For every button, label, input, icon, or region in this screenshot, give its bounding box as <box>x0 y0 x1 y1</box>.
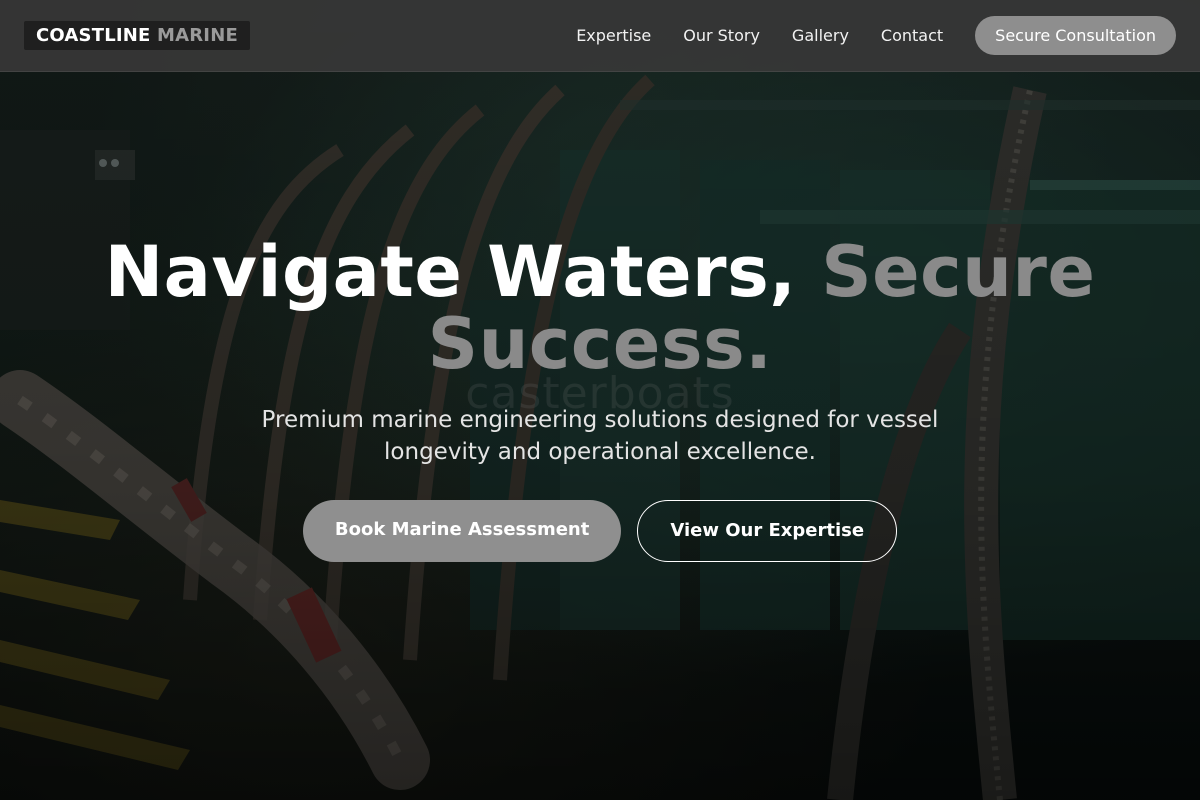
brand-logo[interactable]: COASTLINE MARINE <box>24 21 250 50</box>
secure-consultation-button[interactable]: Secure Consultation <box>975 16 1176 55</box>
hero-headline: Navigate Waters, Secure Success. <box>0 236 1200 380</box>
nav-link-expertise[interactable]: Expertise <box>576 26 651 45</box>
headline-main: Navigate Waters, <box>104 231 797 313</box>
book-assessment-button[interactable]: Book Marine Assessment <box>302 500 622 562</box>
view-expertise-button[interactable]: View Our Expertise <box>637 500 898 562</box>
nav-link-gallery[interactable]: Gallery <box>792 26 849 45</box>
headline-accent-success: Success. <box>427 303 773 385</box>
brand-name-primary: COASTLINE <box>36 25 151 46</box>
nav-link-contact[interactable]: Contact <box>881 26 943 45</box>
top-navigation-bar: COASTLINE MARINE Expertise Our Story Gal… <box>0 0 1200 72</box>
page: COASTLINE MARINE Expertise Our Story Gal… <box>0 0 1200 800</box>
nav-links: Expertise Our Story Gallery Contact Secu… <box>544 16 1176 55</box>
headline-accent-secure: Secure <box>821 231 1096 313</box>
nav-link-our-story[interactable]: Our Story <box>683 26 760 45</box>
hero-subheading: Premium marine engineering solutions des… <box>261 407 939 465</box>
brand-name-secondary: MARINE <box>157 25 238 46</box>
hero-section: Navigate Waters, Secure Success. Premium… <box>0 236 1200 562</box>
hero-cta-row: Book Marine Assessment View Our Expertis… <box>0 500 1200 562</box>
